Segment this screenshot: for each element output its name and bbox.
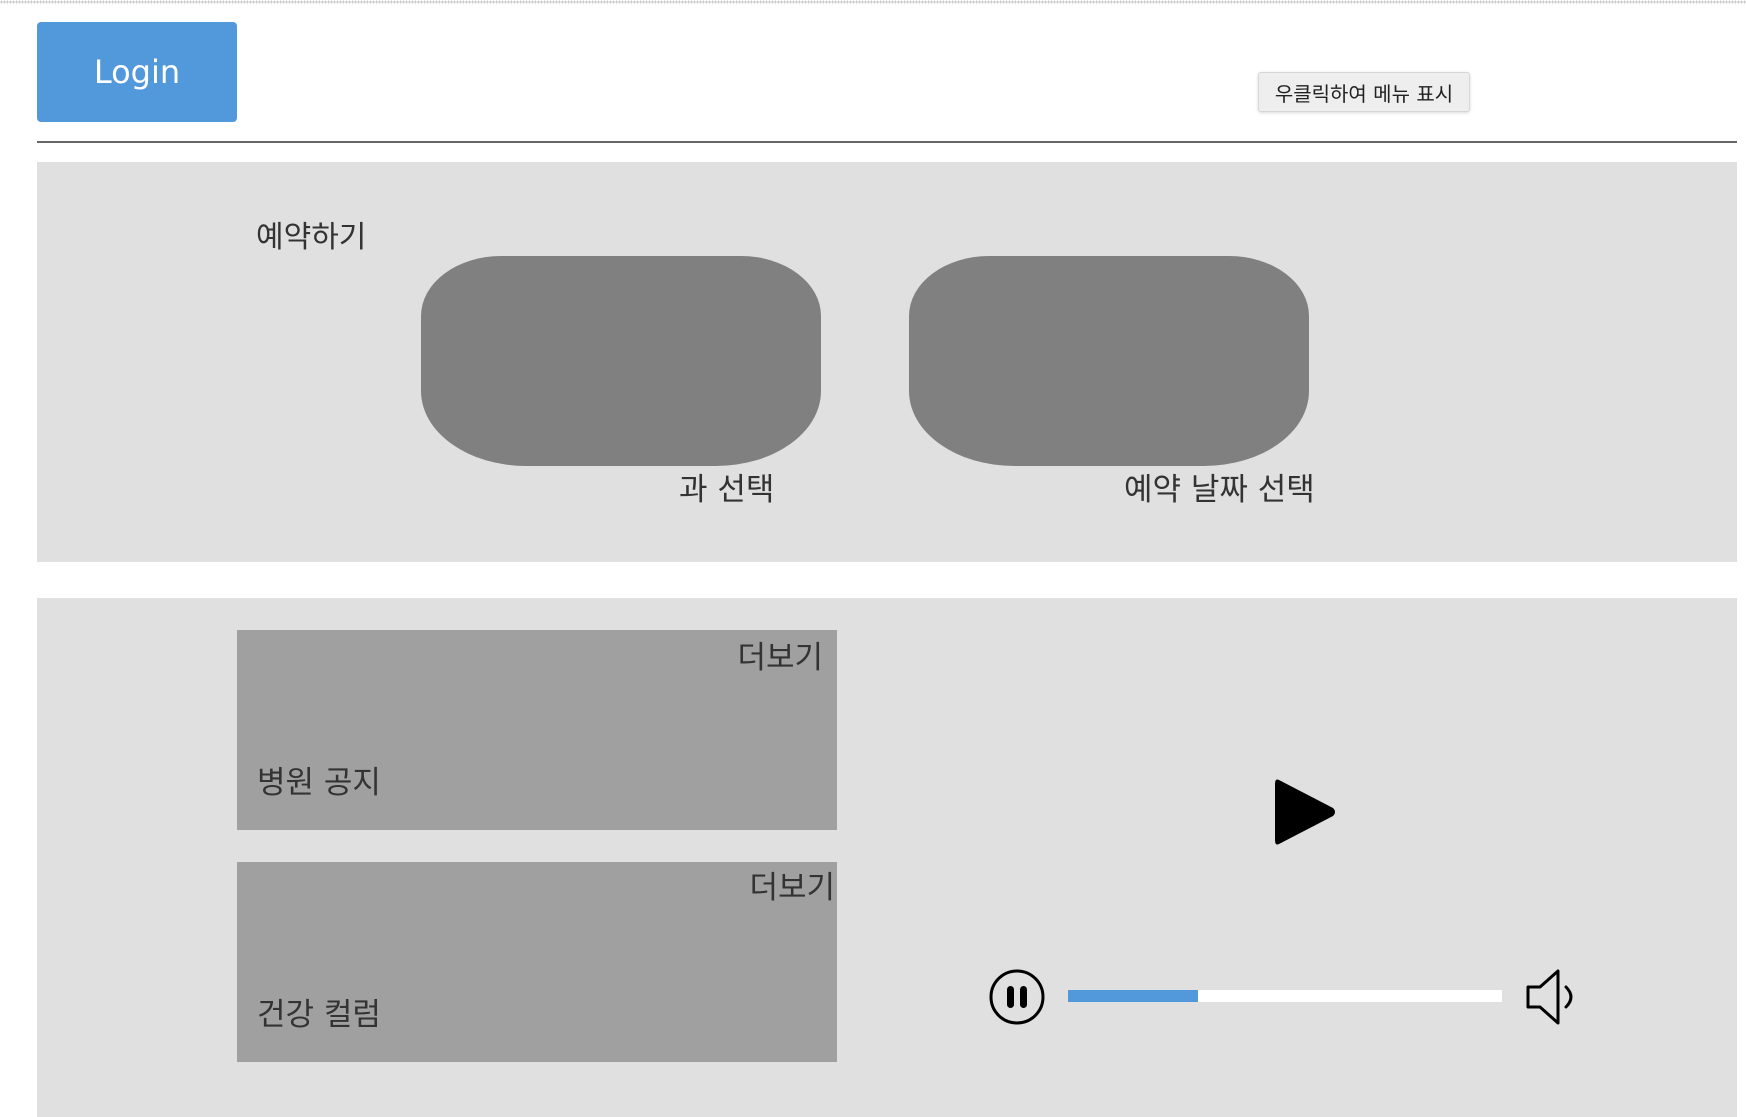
context-menu-tooltip-text: 우클릭하여 메뉴 표시 — [1274, 81, 1454, 106]
progress-bar-fill — [1068, 990, 1199, 1002]
booking-title: 예약하기 — [256, 220, 367, 255]
hospital-notice-card[interactable]: 더보기 병원 공지 — [237, 630, 837, 830]
top-dotted-border — [0, 0, 1746, 4]
booking-section: 예약하기 과 선택 예약 날짜 선택 — [37, 162, 1737, 562]
header-divider — [37, 141, 1737, 143]
department-select-label: 과 선택 — [679, 472, 775, 508]
date-select-button[interactable] — [909, 256, 1309, 466]
login-button[interactable]: Login — [37, 22, 237, 122]
progress-bar[interactable] — [1068, 990, 1502, 1002]
context-menu-tooltip: 우클릭하여 메뉴 표시 — [1258, 72, 1470, 112]
health-column-card[interactable]: 더보기 건강 컬럼 — [237, 862, 837, 1062]
notice-card-title: 병원 공지 — [257, 765, 381, 801]
date-select-label: 예약 날짜 선택 — [1124, 472, 1315, 508]
column-more-link[interactable]: 더보기 — [749, 862, 835, 907]
content-section: 더보기 병원 공지 더보기 건강 컬럼 — [37, 598, 1737, 1117]
department-select-button[interactable] — [421, 256, 821, 466]
column-card-title: 건강 컬럼 — [257, 997, 381, 1033]
login-button-label: Login — [93, 53, 181, 91]
pause-icon[interactable] — [988, 968, 1046, 1026]
volume-icon[interactable] — [1524, 965, 1584, 1029]
play-icon[interactable] — [1259, 772, 1339, 852]
notice-more-link[interactable]: 더보기 — [737, 632, 823, 677]
